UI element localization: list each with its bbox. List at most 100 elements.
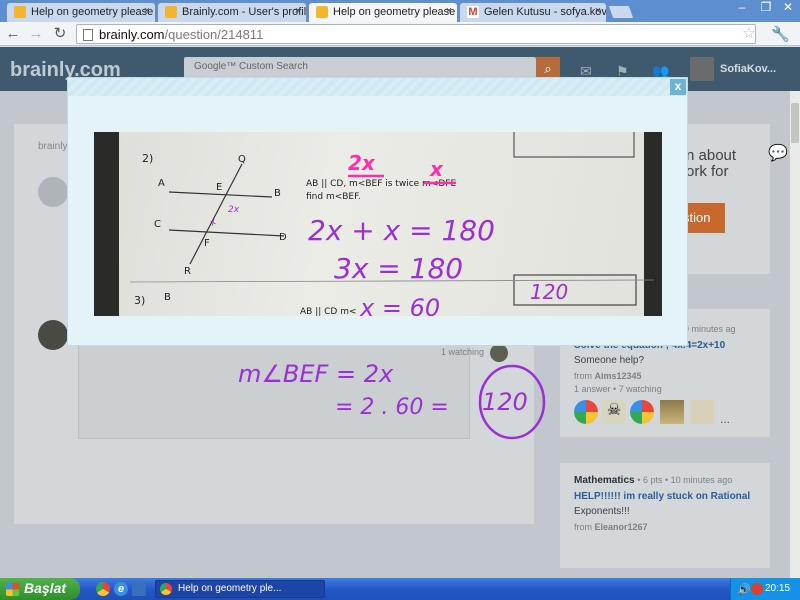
show-desktop-icon[interactable]: [132, 582, 146, 596]
chat-bubble-icon: 💬: [768, 145, 788, 162]
brainly-icon: [14, 6, 26, 18]
minimize-icon[interactable]: –: [730, 0, 754, 18]
bookmark-star-icon[interactable]: ☆: [740, 25, 758, 43]
new-tab-button[interactable]: [607, 5, 635, 19]
user-avatar[interactable]: [690, 57, 714, 81]
label-c: C: [154, 219, 161, 230]
watcher-avatar[interactable]: [630, 400, 654, 424]
question-stats: 1 answer • 7 watching: [574, 384, 662, 394]
close-window-icon[interactable]: ✕: [776, 0, 800, 18]
answer-handwriting: m∠BEF = 2x = 2 . 60 = 120: [238, 360, 546, 440]
watcher-avatar[interactable]: [660, 400, 684, 424]
promo-text: n about ork for: [686, 148, 736, 180]
page-icon: [83, 29, 93, 41]
label-b2: B: [164, 292, 171, 303]
forward-arrow-icon[interactable]: →: [27, 25, 45, 43]
from-label: from: [574, 522, 592, 532]
label-e: E: [216, 182, 222, 193]
close-tab-icon[interactable]: ×: [295, 5, 301, 17]
from-label: from: [574, 371, 592, 381]
question-title-link[interactable]: HELP!!!!!! im really stuck on Rational: [574, 491, 774, 502]
close-tab-icon[interactable]: ×: [446, 5, 452, 17]
start-label: Başlat: [24, 580, 67, 596]
watcher-avatar[interactable]: [690, 400, 714, 424]
tab-help-geometry-2[interactable]: Help on geometry please sho ×: [308, 2, 458, 22]
image-lightbox: x 2) Q A E B C F D R 2x x AB || CD, m<BE…: [67, 77, 688, 346]
taskbar-chrome-window[interactable]: Help on geometry ple...: [155, 580, 325, 598]
tab-brainly-profile[interactable]: Brainly.com - User's profile ×: [157, 2, 307, 22]
security-icon[interactable]: [751, 583, 763, 595]
tab-label: Help on geometry please wit: [31, 6, 156, 18]
next-problem-text: AB || CD m<: [300, 307, 357, 316]
scrollbar-thumb[interactable]: [791, 103, 799, 143]
start-button[interactable]: Başlat: [0, 578, 80, 600]
volume-icon[interactable]: 🔊: [737, 583, 751, 596]
search-icon: ⌕: [544, 61, 552, 76]
chrome-icon: [160, 583, 172, 595]
username[interactable]: SofiaKov...: [720, 63, 776, 75]
watcher-avatar[interactable]: ☠: [602, 400, 626, 424]
label-d: D: [279, 232, 287, 243]
lightbox-header: [68, 78, 687, 96]
author-name[interactable]: Aims12345: [595, 371, 642, 381]
tab-label: Brainly.com - User's profile: [182, 6, 307, 18]
watcher-avatar[interactable]: [574, 400, 598, 424]
boxed-answer: 120: [530, 280, 568, 304]
close-lightbox-button[interactable]: x: [670, 79, 686, 95]
problem-number: 2): [142, 152, 153, 165]
ie-quicklaunch-icon[interactable]: e: [114, 582, 128, 596]
maximize-icon[interactable]: ❐: [754, 0, 778, 18]
address-bar[interactable]: brainly.com/question/214811: [76, 24, 756, 44]
promo-text-line-2: ork for: [686, 163, 729, 180]
answer-line-1: m∠BEF = 2x: [238, 360, 394, 388]
back-arrow-icon[interactable]: ←: [4, 25, 22, 43]
url-host: brainly.com: [99, 27, 165, 42]
equation-2: 3x = 180: [334, 252, 463, 285]
equation-3: x = 60: [359, 294, 440, 316]
answer-circled-value: 120: [482, 388, 528, 416]
question-body: Someone help?: [574, 355, 645, 366]
breadcrumb[interactable]: brainly: [38, 141, 67, 152]
next-problem-number: 3): [134, 294, 145, 307]
windows-flag-icon: [6, 583, 19, 596]
brainly-icon: [316, 6, 328, 18]
pink-x: x: [429, 157, 444, 181]
friends-icon[interactable]: 👥: [652, 63, 670, 79]
promo-text-line-1: n about: [686, 147, 737, 164]
browser-tabstrip: Help on geometry please wit × Brainly.co…: [0, 0, 800, 22]
clock[interactable]: 20:15: [765, 583, 790, 594]
asker-avatar[interactable]: [38, 177, 68, 207]
tab-help-geometry-1[interactable]: Help on geometry please wit ×: [6, 2, 156, 22]
question-meta: • 6 pts • 10 minutes ago: [637, 475, 733, 485]
label-a: A: [158, 178, 165, 189]
gmail-icon: M: [467, 6, 479, 18]
taskbar-item-label: Help on geometry ple...: [178, 583, 282, 594]
more-watchers[interactable]: ...: [720, 412, 730, 426]
label-f: F: [204, 238, 210, 249]
messages-icon[interactable]: ✉: [580, 63, 598, 79]
tab-label: Help on geometry please sho: [333, 6, 457, 18]
tab-label: Gelen Kutusu - sofya.kovale: [484, 6, 607, 18]
question-photo[interactable]: 2) Q A E B C F D R 2x x AB || CD, m<BEF …: [94, 132, 662, 316]
question-subject: Mathematics: [574, 475, 635, 486]
tab-gmail[interactable]: M Gelen Kutusu - sofya.kovale ×: [459, 2, 607, 22]
equation-1: 2x + x = 180: [308, 214, 495, 247]
worksheet-drawing: 2) Q A E B C F D R 2x x AB || CD, m<BEF …: [129, 132, 655, 316]
browser-toolbar: ← → ↻ brainly.com/question/214811 ☆ 🔧: [0, 22, 800, 46]
chrome-quicklaunch-icon[interactable]: [96, 582, 110, 596]
problem-text-line-2: find m<BEF.: [306, 192, 361, 202]
reload-icon[interactable]: ↻: [51, 25, 69, 43]
close-tab-icon[interactable]: ×: [595, 5, 601, 17]
wrench-menu-icon[interactable]: 🔧: [771, 25, 790, 43]
pink-2x: 2x: [348, 151, 376, 175]
notifications-icon[interactable]: ⚑: [616, 63, 634, 79]
answer-line-2: = 2 . 60 =: [335, 395, 449, 420]
system-tray: 🔊 20:15: [730, 578, 800, 600]
author-name[interactable]: Eleanor1267: [595, 522, 648, 532]
close-tab-icon[interactable]: ×: [144, 5, 150, 17]
angle-2x: 2x: [228, 205, 240, 215]
label-q: Q: [238, 154, 246, 165]
page-scrollbar[interactable]: [790, 91, 800, 578]
answerer-avatar[interactable]: [38, 320, 68, 350]
brainly-icon: [165, 6, 177, 18]
